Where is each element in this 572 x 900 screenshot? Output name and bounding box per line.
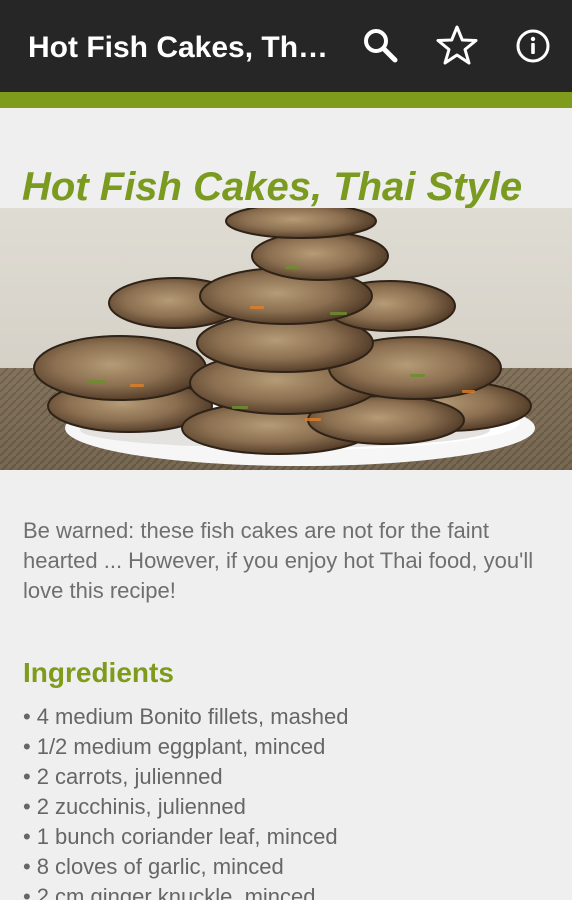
favorite-button[interactable]: [431, 20, 483, 72]
accent-bar: [0, 92, 572, 108]
ingredient-item: • 1/2 medium eggplant, minced: [23, 734, 326, 759]
ingredients-list: • 4 medium Bonito fillets, mashed • 1/2 me…: [23, 702, 563, 900]
ingredient-item: • 2 carrots, julienned: [23, 764, 223, 789]
ingredient-item: • 2 cm ginger knuckle, minced: [23, 884, 316, 900]
search-button[interactable]: [355, 20, 407, 72]
ingredients-heading: Ingredients: [23, 657, 174, 689]
app-bar-title: Hot Fish Cakes, Thai Style: [28, 31, 338, 64]
recipe-intro: Be warned: these fish cakes are not for …: [23, 518, 534, 603]
info-icon: [516, 29, 550, 63]
recipe-title: Hot Fish Cakes, Thai Style: [22, 164, 523, 209]
search-icon: [364, 29, 398, 63]
recipe-screen: Hot Fish Cakes, Thai Style Hot Fish Cake…: [0, 0, 572, 900]
ingredient-item: • 8 cloves of garlic, minced: [23, 854, 284, 879]
fish-cakes-photo: [0, 208, 572, 470]
ingredient-item: • 1 bunch coriander leaf, minced: [23, 824, 338, 849]
info-button[interactable]: [507, 20, 559, 72]
star-icon: [436, 25, 478, 65]
ingredient-item: • 2 zucchinis, julienned: [23, 794, 246, 819]
app-bar: Hot Fish Cakes, Thai Style: [0, 0, 572, 92]
recipe-header: Hot Fish Cakes, Thai Style: [0, 108, 572, 209]
recipe-photo: [0, 208, 572, 470]
ingredient-item: • 4 medium Bonito fillets, mashed: [23, 704, 349, 729]
